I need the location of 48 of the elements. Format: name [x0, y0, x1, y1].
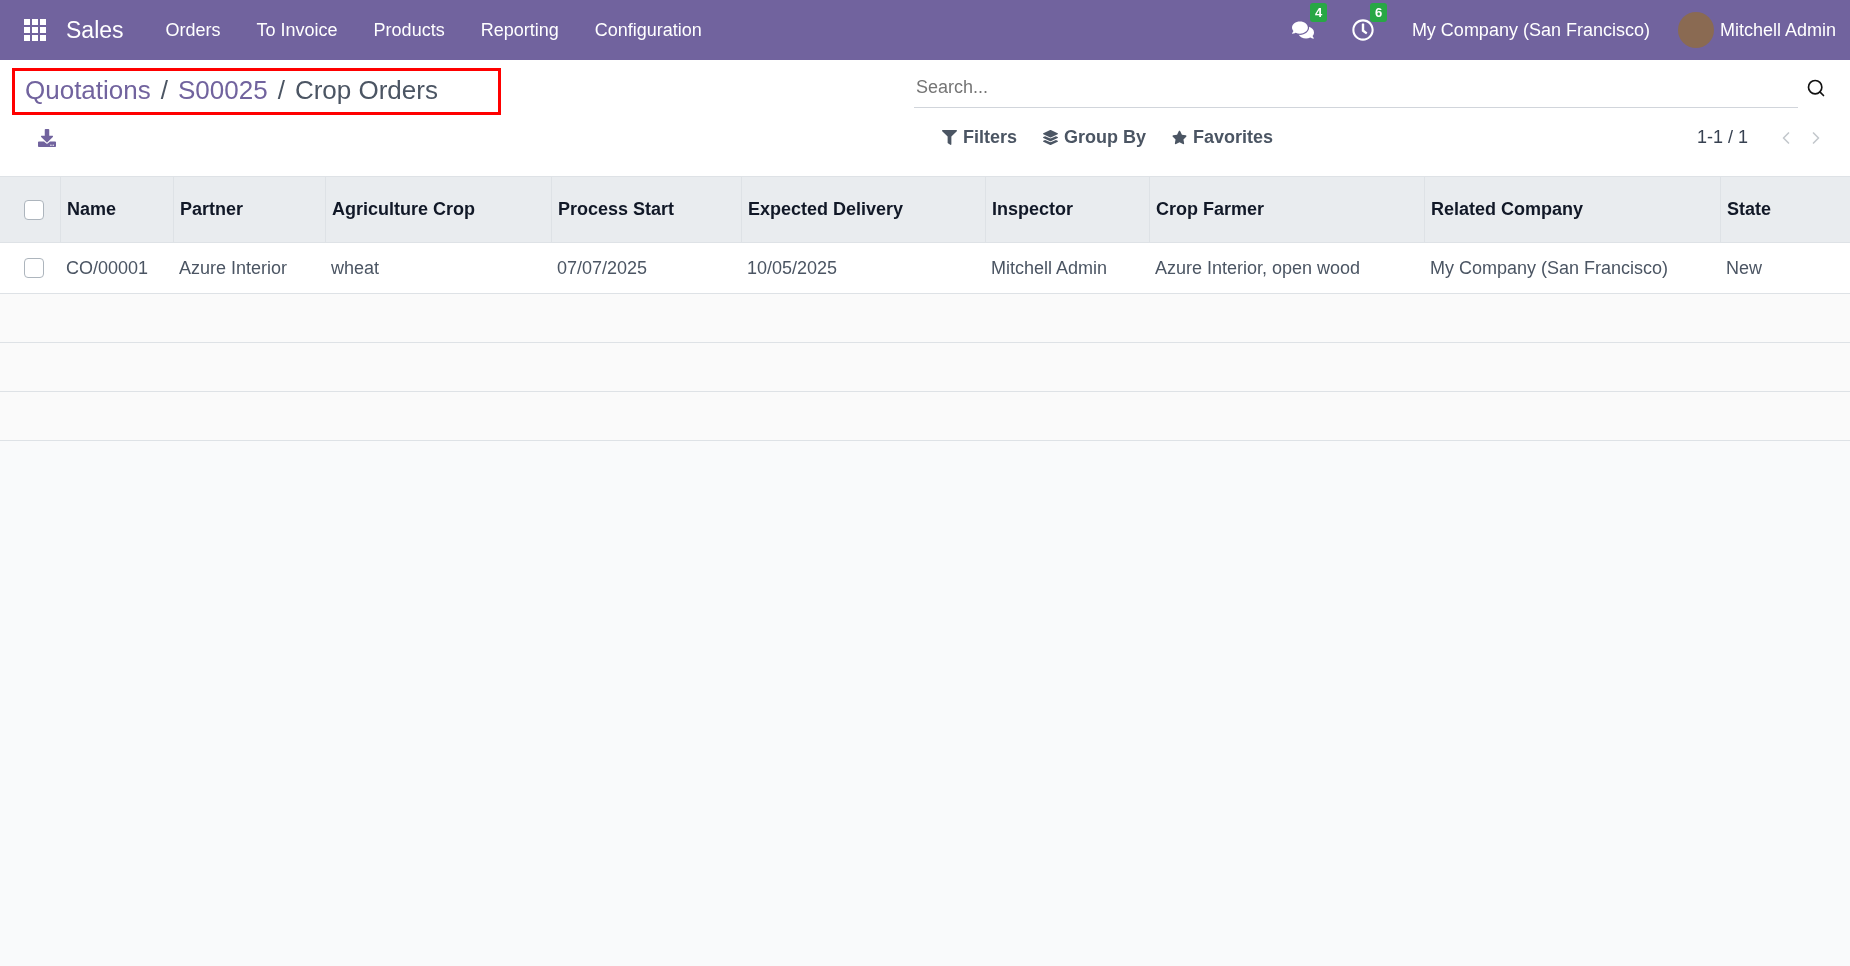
breadcrumb-item[interactable]: S00025	[178, 75, 268, 106]
breadcrumb-separator: /	[277, 75, 285, 106]
message-count-badge: 4	[1309, 3, 1328, 22]
row-checkbox[interactable]	[24, 258, 44, 278]
table-cell-text: Azure Interior, open wood	[1154, 257, 1362, 279]
download-icon[interactable]	[38, 128, 56, 147]
column-header[interactable]: Agriculture Crop	[325, 177, 551, 242]
menu-item[interactable]: Reporting	[462, 19, 577, 41]
filter-menu-button[interactable]: Filters	[936, 123, 1024, 152]
select-all-checkbox[interactable]	[24, 199, 44, 220]
apps-grid-icon[interactable]	[24, 19, 46, 41]
column-header[interactable]: Process Start	[551, 177, 741, 242]
column-header[interactable]: Related Company	[1424, 177, 1720, 242]
clock-icon[interactable]	[1351, 19, 1374, 41]
table-cell-text: My Company (San Francisco)	[1429, 257, 1670, 279]
table-cell-text: 07/07/2025	[556, 257, 649, 279]
column-header[interactable]: Partner	[173, 177, 325, 242]
user-menu[interactable]: Mitchell Admin	[1719, 19, 1836, 41]
menu-item[interactable]: Orders	[147, 19, 239, 41]
breadcrumb-separator: /	[160, 75, 168, 106]
pager-value: 1-1 / 1	[1696, 127, 1748, 148]
table-cell-text: Azure Interior	[178, 257, 289, 279]
table-cell-text: Mitchell Admin	[990, 257, 1109, 279]
activity-count-badge: 6	[1369, 3, 1388, 22]
table-cell-text: New	[1725, 257, 1763, 279]
column-header[interactable]: Inspector	[985, 177, 1149, 242]
filter-menu-button[interactable]: Favorites	[1166, 123, 1280, 152]
menu-item[interactable]: Products	[355, 19, 463, 41]
company-switcher[interactable]: My Company (San Francisco)	[1411, 19, 1650, 41]
breadcrumb-item: Crop Orders	[294, 75, 438, 106]
funnel-icon	[942, 130, 957, 145]
column-header[interactable]: Name	[60, 177, 173, 242]
search-icon[interactable]	[1806, 78, 1826, 98]
menu-item[interactable]: To Invoice	[238, 19, 356, 41]
layers-icon	[1043, 130, 1059, 145]
chat-icon[interactable]	[1291, 19, 1314, 41]
column-header[interactable]: Expected Delivery	[741, 177, 985, 242]
app-name[interactable]: Sales	[66, 16, 124, 44]
table-cell-text: wheat	[330, 257, 381, 279]
column-header[interactable]: Crop Farmer	[1149, 177, 1424, 242]
menu-item[interactable]: Configuration	[576, 19, 720, 41]
search-field[interactable]: Search...	[914, 68, 1798, 108]
star-icon	[1172, 130, 1188, 145]
table-cell-text: CO/00001	[65, 257, 150, 279]
breadcrumb-item[interactable]: Quotations	[25, 75, 151, 106]
table-cell-text: 10/05/2025	[746, 257, 839, 279]
column-header[interactable]: State	[1720, 177, 1850, 242]
filter-menu-button[interactable]: Group By	[1037, 123, 1153, 152]
